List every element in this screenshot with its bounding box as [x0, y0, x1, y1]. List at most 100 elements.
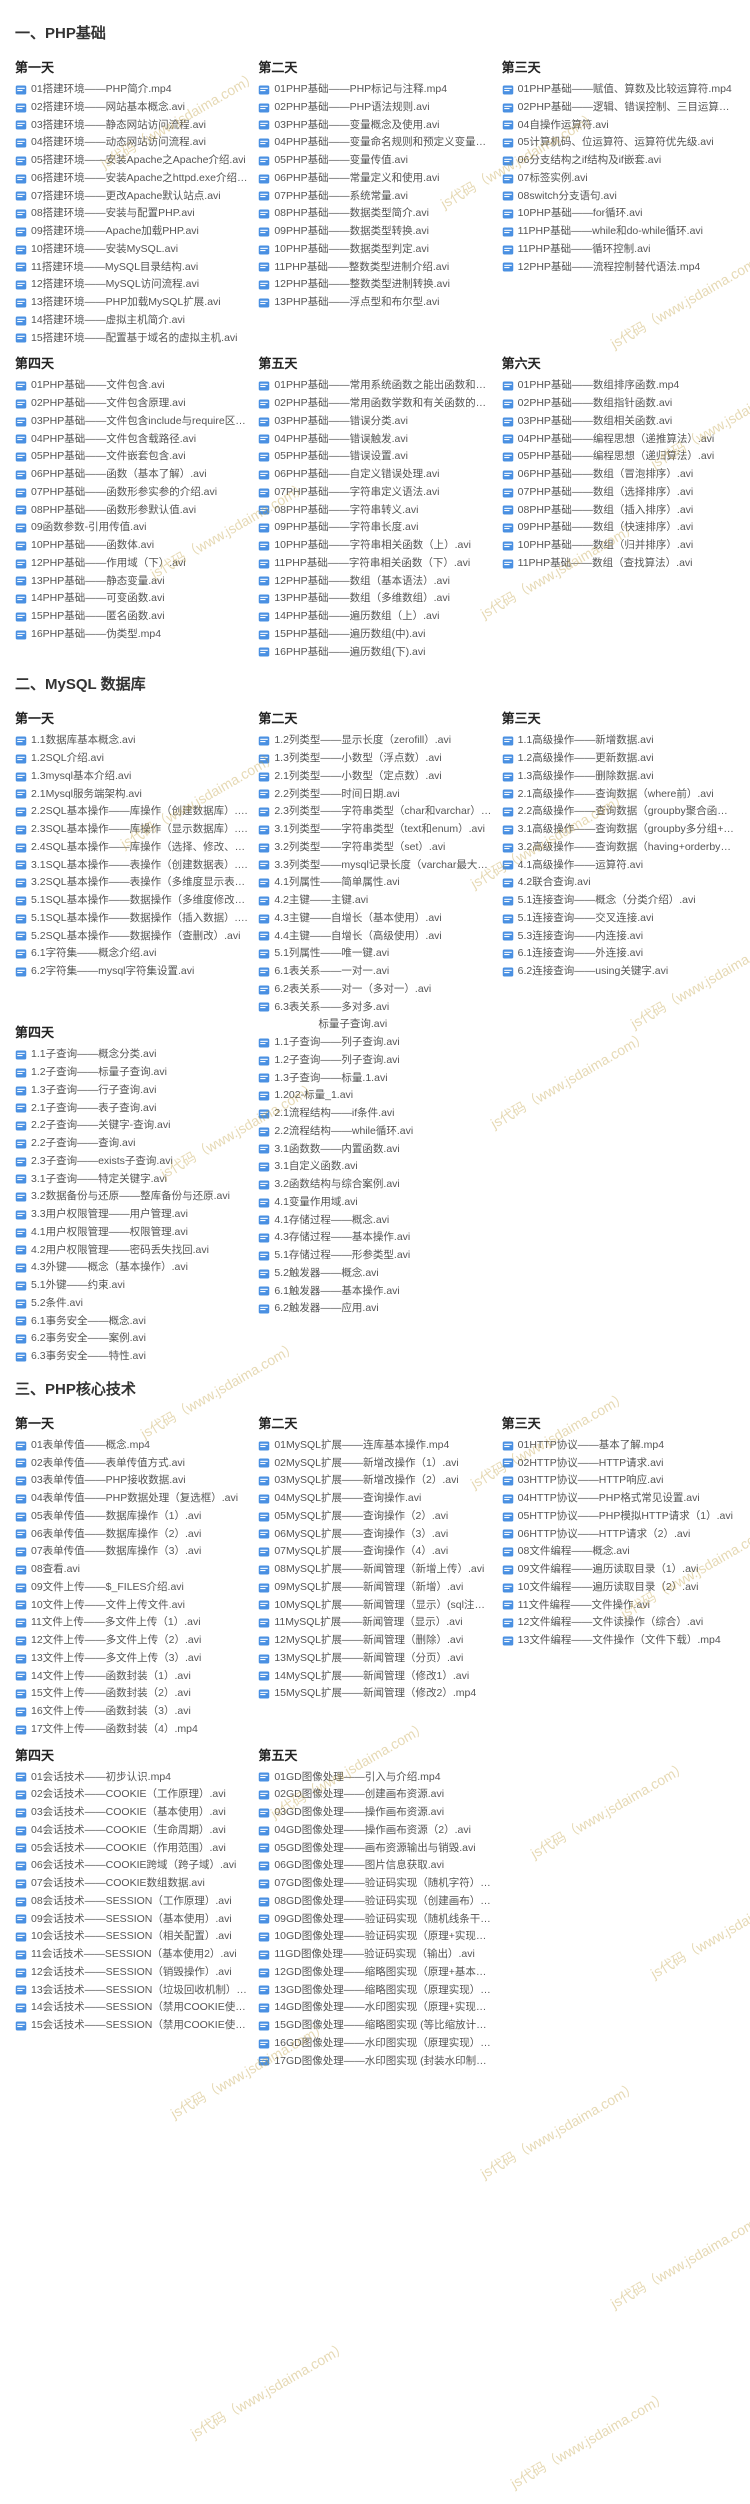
file-item[interactable]: 03MySQL扩展——新增改操作（2）.avi [258, 1472, 491, 1490]
file-item[interactable]: 1.3子查询——标量.1.avi [258, 1070, 491, 1088]
file-item[interactable]: 5.2条件.avi [15, 1295, 248, 1313]
file-item[interactable]: 4.1列属性——简单属性.avi [258, 874, 491, 892]
file-item[interactable]: 13PHP基础——浮点型和布尔型.avi [258, 294, 491, 312]
file-item[interactable]: 6.1触发器——基本操作.avi [258, 1283, 491, 1301]
file-item[interactable]: 3.3用户权限管理——用户管理.avi [15, 1206, 248, 1224]
file-item[interactable]: 05HTTP协议——PHP模拟HTTP请求（1）.avi [502, 1508, 735, 1526]
file-item[interactable]: 11PHP基础——整数类型进制介绍.avi [258, 259, 491, 277]
file-item[interactable]: 6.3表关系——多对多.avi [258, 999, 491, 1017]
file-item[interactable]: 01PHP基础——赋值、算数及比较运算符.mp4 [502, 81, 735, 99]
file-item[interactable]: 3.1子查询——特定关键字.avi [15, 1171, 248, 1189]
file-item[interactable]: 07PHP基础——函数形参实参的介绍.avi [15, 484, 248, 502]
file-item[interactable]: 03搭建环境——静态网站访问流程.avi [15, 117, 248, 135]
file-item[interactable]: 4.4主键——自增长（高级使用）.avi [258, 928, 491, 946]
file-item[interactable]: 1.1子查询——概念分类.avi [15, 1046, 248, 1064]
file-item[interactable]: 5.3连接查询——内连接.avi [502, 928, 735, 946]
file-item[interactable]: 14MySQL扩展——新闻管理（修改1）.avi [258, 1668, 491, 1686]
file-item[interactable]: 09GD图像处理——验证码实现（随机线条干扰）.avi [258, 1911, 491, 1929]
file-item[interactable]: 08MySQL扩展——新闻管理（新增上传）.avi [258, 1561, 491, 1579]
file-item[interactable]: 04PHP基础——错误触发.avi [258, 431, 491, 449]
file-item[interactable]: 1.202-标量_1.avi [258, 1087, 491, 1105]
file-item[interactable]: 5.1连接查询——概念（分类介绍）.avi [502, 892, 735, 910]
file-item[interactable]: 14文件上传——函数封装（1）.avi [15, 1668, 248, 1686]
file-item[interactable]: 12PHP基础——流程控制替代语法.mp4 [502, 259, 735, 277]
file-item[interactable]: 07会话技术——COOKIE数组数据.avi [15, 1875, 248, 1893]
file-item[interactable]: 01表单传值——概念.mp4 [15, 1437, 248, 1455]
file-item[interactable]: 15PHP基础——匿名函数.avi [15, 608, 248, 626]
file-item[interactable]: 11搭建环境——MySQL目录结构.avi [15, 259, 248, 277]
file-item[interactable]: 02PHP基础——PHP语法规则.avi [258, 99, 491, 117]
file-item[interactable]: 12PHP基础——数组（基本语法）.avi [258, 573, 491, 591]
file-item[interactable]: 03会话技术——COOKIE（基本使用）.avi [15, 1804, 248, 1822]
file-item[interactable]: 1.1高级操作——新增数据.avi [502, 732, 735, 750]
file-item[interactable]: 2.2子查询——查询.avi [15, 1135, 248, 1153]
file-item[interactable]: 09搭建环境——Apache加载PHP.avi [15, 223, 248, 241]
file-item[interactable]: 2.3列类型——字符串类型（char和varchar）.avi [258, 803, 491, 821]
file-item[interactable]: 2.3SQL基本操作——库操作（显示数据库）.avi [15, 821, 248, 839]
file-item[interactable]: 02PHP基础——逻辑、错误控制、三目运算符.avi [502, 99, 735, 117]
file-item[interactable]: 05PHP基础——错误设置.avi [258, 448, 491, 466]
file-item[interactable]: 4.3主键——自增长（基本使用）.avi [258, 910, 491, 928]
file-item[interactable]: 10GD图像处理——验证码实现（原理+实现方式）.avi [258, 1928, 491, 1946]
file-item[interactable]: 09函数参数-引用传值.avi [15, 519, 248, 537]
file-item[interactable]: 05表单传值——数据库操作（1）.avi [15, 1508, 248, 1526]
file-item[interactable]: 06分支结构之if结构及if嵌套.avi [502, 152, 735, 170]
file-item[interactable]: 14搭建环境——虚拟主机简介.avi [15, 312, 248, 330]
file-item[interactable]: 2.2SQL基本操作——库操作（创建数据库）.avi [15, 803, 248, 821]
file-item[interactable]: 6.1事务安全——概念.avi [15, 1313, 248, 1331]
file-item[interactable]: 1.1子查询——列子查询.avi [258, 1034, 491, 1052]
file-item[interactable]: 01会话技术——初步认识.mp4 [15, 1769, 248, 1787]
file-item[interactable]: 10MySQL扩展——新闻管理（显示）(sql注入).avi [258, 1597, 491, 1615]
file-item[interactable]: 4.1存储过程——概念.avi [258, 1212, 491, 1230]
file-item[interactable]: 07MySQL扩展——查询操作（4）.avi [258, 1543, 491, 1561]
file-item[interactable]: 11PHP基础——循环控制.avi [502, 241, 735, 259]
file-item[interactable]: 08PHP基础——函数形参默认值.avi [15, 502, 248, 520]
file-item[interactable]: 5.2触发器——概念.avi [258, 1265, 491, 1283]
file-item[interactable]: 15会话技术——SESSION（禁用COOKIE使用SESSIO [15, 2017, 248, 2035]
file-item[interactable]: 10会话技术——SESSION（相关配置）.avi [15, 1928, 248, 1946]
file-item[interactable]: 2.2列类型——时间日期.avi [258, 786, 491, 804]
file-item[interactable]: 02PHP基础——文件包含原理.avi [15, 395, 248, 413]
file-item[interactable]: 11文件编程——文件操作.avi [502, 1597, 735, 1615]
file-item[interactable]: 17文件上传——函数封装（4）.mp4 [15, 1721, 248, 1739]
file-item[interactable]: 13MySQL扩展——新闻管理（分页）.avi [258, 1650, 491, 1668]
file-item[interactable]: 16文件上传——函数封装（3）.avi [15, 1703, 248, 1721]
file-item[interactable]: 04HTTP协议——PHP格式常见设置.avi [502, 1490, 735, 1508]
file-item[interactable]: 08文件编程——概念.avi [502, 1543, 735, 1561]
file-item[interactable]: 6.2触发器——应用.avi [258, 1300, 491, 1318]
file-item[interactable]: 03PHP基础——错误分类.avi [258, 413, 491, 431]
file-item[interactable]: 05GD图像处理——画布资源输出与销毁.avi [258, 1840, 491, 1858]
file-item[interactable]: 1.3高级操作——删除数据.avi [502, 768, 735, 786]
file-item[interactable]: 06HTTP协议——HTTP请求（2）.avi [502, 1526, 735, 1544]
file-item[interactable]: 4.2联合查询.avi [502, 874, 735, 892]
file-item[interactable]: 2.1列类型——小数型（定点数）.avi [258, 768, 491, 786]
file-item[interactable]: 08搭建环境——安装与配置PHP.avi [15, 205, 248, 223]
file-item[interactable]: 5.1连接查询——交叉连接.avi [502, 910, 735, 928]
file-item[interactable]: 12PHP基础——整数类型进制转换.avi [258, 276, 491, 294]
file-item[interactable]: 3.3列类型——mysql记录长度（varchar最大长度）.avi [258, 857, 491, 875]
file-item[interactable]: 05搭建环境——安装Apache之Apache介绍.avi [15, 152, 248, 170]
file-item[interactable]: 08GD图像处理——验证码实现（创建画布）.avi [258, 1893, 491, 1911]
file-item[interactable]: 4.1变量作用域.avi [258, 1194, 491, 1212]
file-item[interactable]: 03GD图像处理——操作画布资源.avi [258, 1804, 491, 1822]
file-item[interactable]: 11会话技术——SESSION（基本使用2）.avi [15, 1946, 248, 1964]
file-item[interactable]: 15MySQL扩展——新闻管理（修改2）.mp4 [258, 1685, 491, 1703]
file-item[interactable]: 11PHP基础——while和do-while循环.avi [502, 223, 735, 241]
file-item[interactable]: 07GD图像处理——验证码实现（随机字符）.avi [258, 1875, 491, 1893]
file-item[interactable]: 07PHP基础——数组（选择排序）.avi [502, 484, 735, 502]
file-item[interactable]: 2.1Mysql服务端架构.avi [15, 786, 248, 804]
file-item[interactable]: 14GD图像处理——水印图实现（原理+实现）.avi [258, 1999, 491, 2017]
file-item[interactable]: 1.3子查询——行子查询.avi [15, 1082, 248, 1100]
file-item[interactable]: 16PHP基础——伪类型.mp4 [15, 626, 248, 644]
file-item[interactable]: 5.1SQL基本操作——数据操作（多维度修改表）.avi [15, 892, 248, 910]
file-item[interactable]: 12GD图像处理——缩略图实现（原理+基本函数）.avi [258, 1964, 491, 1982]
file-item[interactable]: 02PHP基础——数组指针函数.avi [502, 395, 735, 413]
file-item[interactable]: 01HTTP协议——基本了解.mp4 [502, 1437, 735, 1455]
file-item[interactable]: 11文件上传——多文件上传（1）.avi [15, 1614, 248, 1632]
file-item[interactable]: 3.2数据备份与还原——整库备份与还原.avi [15, 1188, 248, 1206]
file-item[interactable]: 05MySQL扩展——查询操作（2）.avi [258, 1508, 491, 1526]
file-item[interactable]: 09PHP基础——字符串长度.avi [258, 519, 491, 537]
file-item[interactable]: 11GD图像处理——验证码实现（输出）.avi [258, 1946, 491, 1964]
file-item[interactable]: 03表单传值——PHP接收数据.avi [15, 1472, 248, 1490]
file-item[interactable]: 5.1存储过程——形参类型.avi [258, 1247, 491, 1265]
